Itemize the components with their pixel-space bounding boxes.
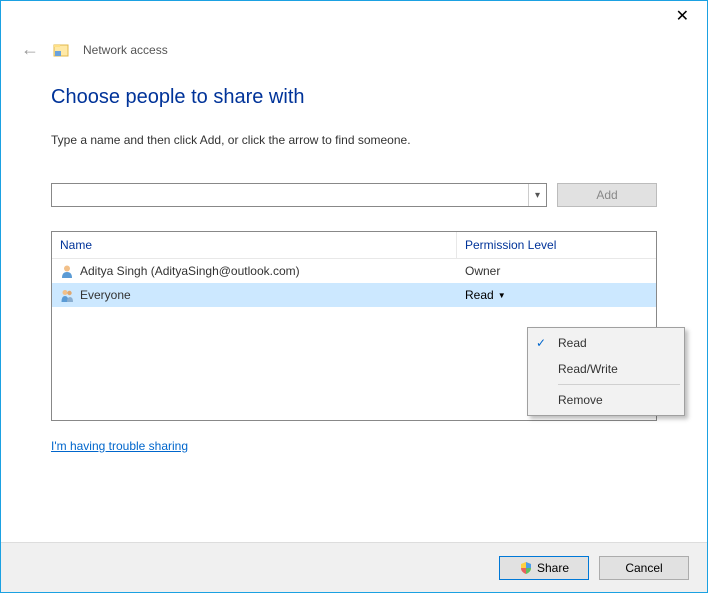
menu-item-label: Read/Write [558,362,618,376]
permission-context-menu: ✓ Read Read/Write Remove [527,327,685,416]
user-icon [60,264,74,278]
menu-item-read[interactable]: ✓ Read [530,330,682,356]
group-icon [60,288,74,302]
row-permission: Read [465,288,494,302]
menu-separator [558,384,680,385]
chevron-down-icon[interactable]: ▾ [528,184,546,206]
breadcrumb: ← Network access [1,31,707,68]
menu-item-label: Read [558,336,587,350]
caret-down-icon: ▼ [498,291,506,300]
share-button[interactable]: Share [499,556,589,580]
row-permission: Owner [465,264,500,278]
button-label: Share [537,561,569,575]
permission-dropdown[interactable]: Read ▼ [457,288,656,302]
add-button[interactable]: Add [557,183,657,207]
menu-item-label: Remove [558,393,603,407]
menu-item-readwrite[interactable]: Read/Write [530,356,682,382]
back-arrow-icon[interactable]: ← [21,39,39,60]
column-header-permission[interactable]: Permission Level [457,232,656,258]
button-bar: Share Cancel [1,542,707,592]
menu-item-remove[interactable]: Remove [530,387,682,413]
cancel-button[interactable]: Cancel [599,556,689,580]
row-name: Everyone [80,288,131,302]
row-name: Aditya Singh (AdityaSingh@outlook.com) [80,264,300,278]
shield-icon [519,561,533,575]
column-header-name[interactable]: Name [52,232,457,258]
network-folder-icon [53,42,69,58]
check-icon: ✓ [536,336,546,350]
table-row[interactable]: Aditya Singh (AdityaSingh@outlook.com) O… [52,259,656,283]
name-combobox[interactable]: ▾ [51,183,547,207]
main-heading: Choose people to share with [51,86,657,109]
close-button[interactable]: ✕ [668,2,697,30]
table-row[interactable]: Everyone Read ▼ [52,283,656,307]
name-input[interactable] [52,184,528,206]
trouble-sharing-link[interactable]: I'm having trouble sharing [51,439,188,453]
page-title: Network access [83,43,168,57]
instruction-text: Type a name and then click Add, or click… [51,133,657,147]
